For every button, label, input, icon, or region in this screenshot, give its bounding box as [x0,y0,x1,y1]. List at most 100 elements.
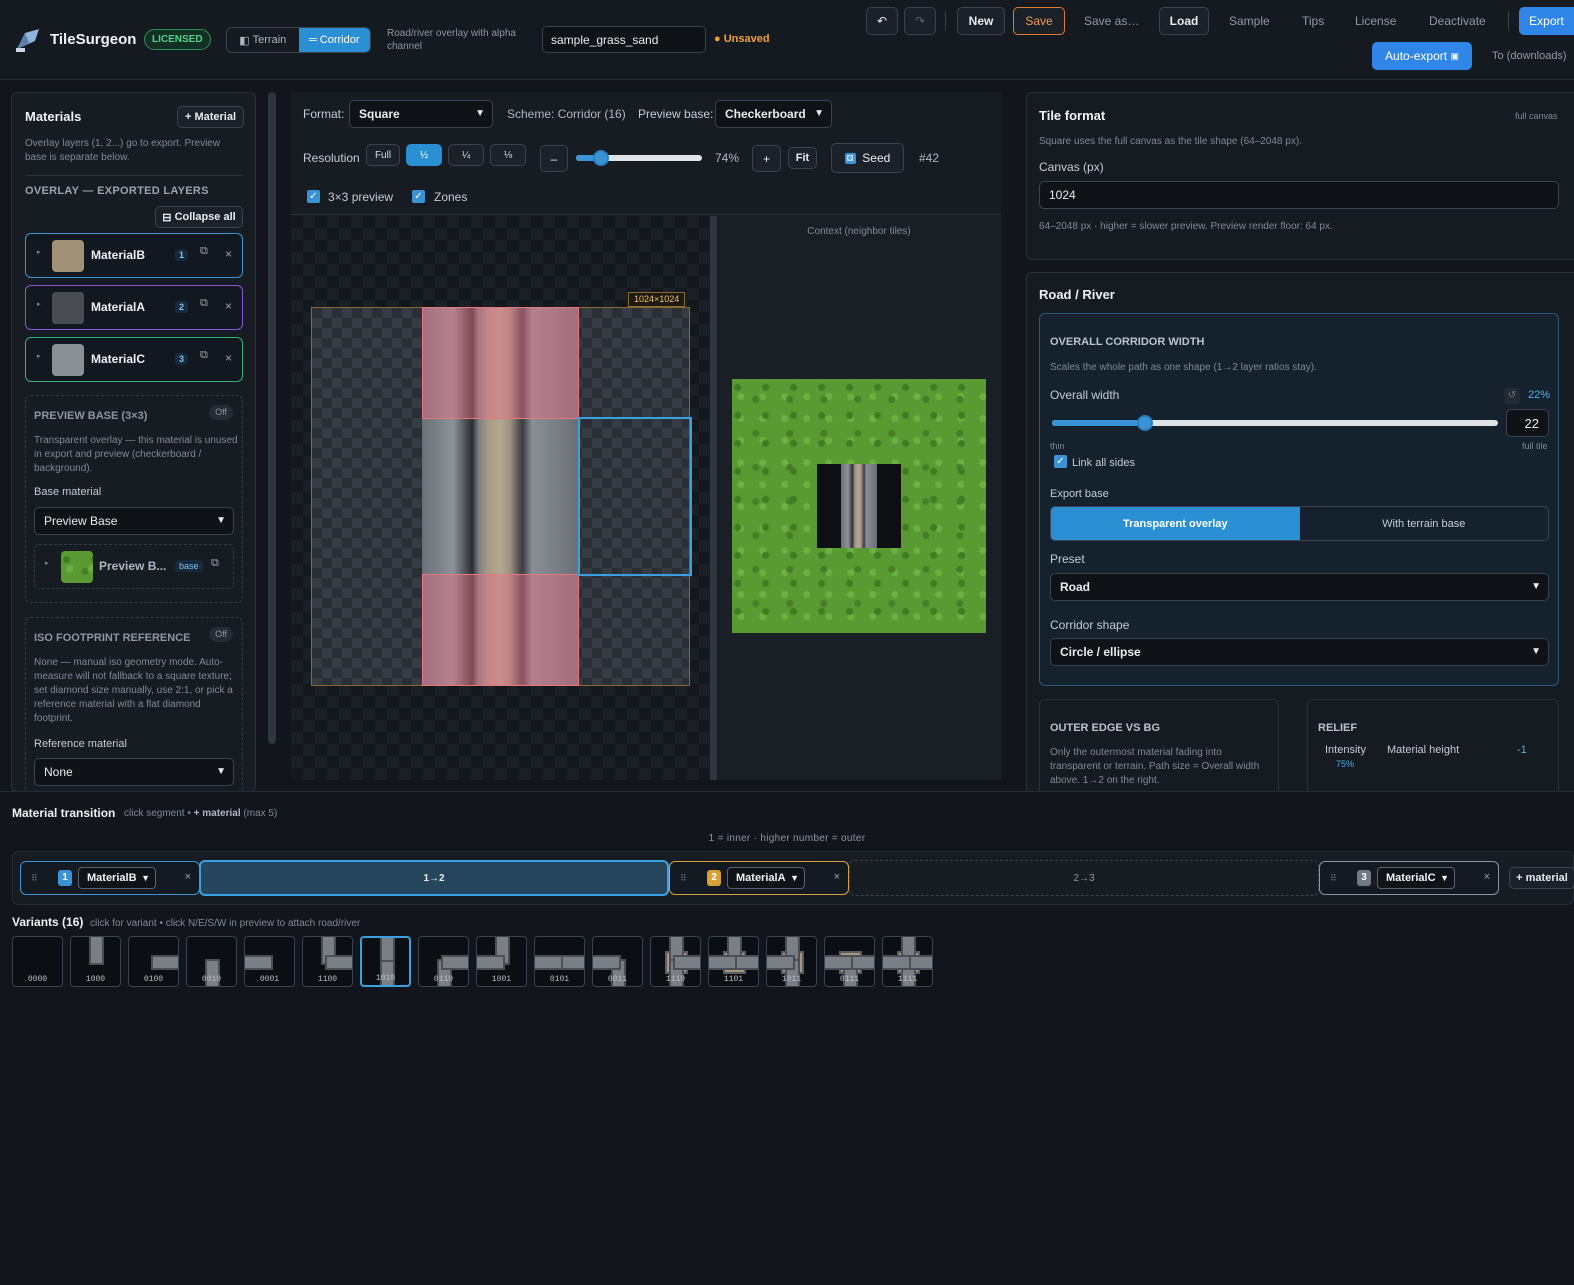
drag-handle-icon[interactable]: ⠿ [31,873,38,884]
transition-material-chip[interactable]: ⠿ 2 MaterialA ▼ × [669,861,849,895]
variant-tile[interactable]: 1011 [766,936,817,987]
export-destination[interactable]: To (downloads) [1492,50,1567,62]
material-item[interactable]: ▸ MaterialB 1 ⧉ × [25,233,243,278]
canvas-label: Canvas (px) [1039,160,1104,174]
variant-tile[interactable]: 0011 [592,936,643,987]
chip-material-select[interactable]: MaterialC ▼ [1377,867,1455,889]
preview-base-select[interactable]: Checkerboard ▼ [715,100,832,128]
format-select[interactable]: Square ▼ [349,100,493,128]
zone-east-selected[interactable] [578,417,692,576]
expand-icon[interactable]: ▸ [37,300,41,308]
sample-button[interactable]: Sample [1229,7,1270,35]
base-material-select[interactable]: Preview Base ▼ [34,507,234,535]
duplicate-icon[interactable]: ⧉ [200,245,208,258]
reset-icon[interactable]: ↺ [1504,388,1520,404]
save-as-button[interactable]: Save as… [1084,7,1139,35]
duplicate-icon[interactable]: ⧉ [200,349,208,362]
material-item[interactable]: ▸ MaterialA 2 ⧉ × [25,285,243,330]
overall-width-handle[interactable] [1137,415,1154,431]
res-half-button[interactable]: ½ [406,144,442,166]
variant-tile[interactable]: 0111 [824,936,875,987]
overall-width-input[interactable]: 22 [1506,409,1549,437]
variant-tile[interactable]: 0110 [418,936,469,987]
export-base-toggle: Transparent overlay With terrain base [1050,506,1549,541]
variant-tile[interactable]: 1111 [882,936,933,987]
grid-preview-checkbox[interactable]: ✓ [307,190,320,203]
add-transition-material-button[interactable]: + material [1509,867,1574,889]
new-button[interactable]: New [957,7,1005,35]
redo-button[interactable]: ↷ [904,7,936,35]
transition-material-chip[interactable]: ⠿ 1 MaterialB ▼ × [20,861,200,895]
reference-material-select[interactable]: None ▼ [34,758,234,786]
deactivate-button[interactable]: Deactivate [1429,7,1486,35]
variant-tile[interactable]: 0001 [244,936,295,987]
auto-export-button[interactable]: Auto-export ▣ [1372,42,1472,70]
res-eighth-button[interactable]: ⅛ [490,144,526,166]
chip-material-select[interactable]: MaterialB ▼ [78,867,156,889]
tips-button[interactable]: Tips [1302,7,1324,35]
save-button[interactable]: Save [1013,7,1065,35]
tile-canvas[interactable]: 1024×1024 [291,216,709,780]
zoom-out-button[interactable]: – [540,145,568,172]
chip-material-select[interactable]: MaterialA ▼ [727,867,805,889]
transition-segment[interactable]: 2→3 [849,860,1319,896]
preview-base-toggle[interactable]: Off [209,405,233,420]
zoom-in-button[interactable]: + [752,145,781,172]
variant-tile[interactable]: 1000 [70,936,121,987]
res-full-button[interactable]: Full [366,144,400,166]
remove-icon[interactable]: × [834,871,840,883]
left-scrollbar[interactable] [268,92,276,744]
variant-tile[interactable]: 1010 [360,936,411,987]
material-item[interactable]: ▸ MaterialC 3 ⧉ × [25,337,243,382]
transition-material-chip[interactable]: ⠿ 3 MaterialC ▼ × [1319,861,1499,895]
variant-tile[interactable]: 1100 [302,936,353,987]
project-name-input[interactable] [542,26,706,53]
collapse-all-button[interactable]: ⊟ Collapse all [155,206,243,228]
zone-south[interactable] [422,574,579,686]
transition-segment[interactable]: 1→2 [199,860,669,896]
variant-tile[interactable]: 1110 [650,936,701,987]
variant-tile[interactable]: 1101 [708,936,759,987]
reference-material-label: Reference material [34,738,127,750]
remove-icon[interactable]: × [185,871,191,883]
res-quarter-button[interactable]: ¼ [448,144,484,166]
mode-corridor-button[interactable]: ═ Corridor [298,28,370,52]
expand-icon[interactable]: ▸ [45,559,49,567]
canvas-input[interactable]: 1024 [1039,181,1559,209]
zones-checkbox[interactable]: ✓ [412,190,425,203]
remove-icon[interactable]: × [225,247,232,261]
drag-handle-icon[interactable]: ⠿ [680,873,687,884]
preview-base-item[interactable]: ▸ Preview B... base ⧉ [34,544,234,589]
export-button[interactable]: Export [1519,7,1574,35]
variant-tile[interactable]: 0010 [186,936,237,987]
terrain-base-option[interactable]: With terrain base [1300,507,1549,540]
zoom-slider-handle[interactable] [593,150,610,166]
license-button[interactable]: License [1355,7,1396,35]
iso-toggle[interactable]: Off [209,627,233,642]
mode-terrain-button[interactable]: ◧ Terrain [227,28,299,52]
variant-tile[interactable]: 0100 [128,936,179,987]
seed-button[interactable]: ⚄ Seed [831,143,904,173]
remove-icon[interactable]: × [225,351,232,365]
corridor-shape-select[interactable]: Circle / ellipse ▼ [1050,638,1549,666]
fit-button[interactable]: Fit [788,147,817,169]
expand-icon[interactable]: ▸ [37,352,41,360]
preset-select[interactable]: Road ▼ [1050,573,1549,601]
context-road [841,464,877,548]
duplicate-icon[interactable]: ⧉ [211,557,219,570]
undo-button[interactable]: ↶ [866,7,898,35]
variant-tile[interactable]: 1001 [476,936,527,987]
transparent-overlay-option[interactable]: Transparent overlay [1051,507,1300,540]
split-divider[interactable] [710,216,717,780]
remove-icon[interactable]: × [1484,871,1490,883]
add-material-button[interactable]: + Material [177,106,244,128]
expand-icon[interactable]: ▸ [37,248,41,256]
duplicate-icon[interactable]: ⧉ [200,297,208,310]
remove-icon[interactable]: × [225,299,232,313]
drag-handle-icon[interactable]: ⠿ [1330,873,1337,884]
link-all-sides-checkbox[interactable]: ✓ [1054,455,1067,468]
variant-tile[interactable]: 0000 [12,936,63,987]
zone-north[interactable] [422,307,579,419]
variant-tile[interactable]: 0101 [534,936,585,987]
load-button[interactable]: Load [1159,7,1209,35]
